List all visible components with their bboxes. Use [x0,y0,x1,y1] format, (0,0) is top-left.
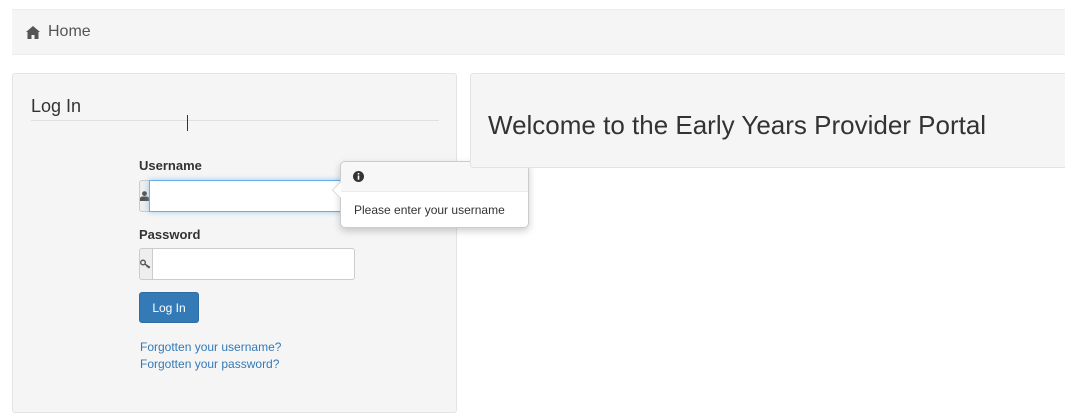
popover-message: Please enter your username [354,203,505,217]
login-panel: Log In Username Password Log In Forgotte… [12,73,457,413]
breadcrumb-home-label: Home [48,23,91,40]
validation-popover: Please enter your username [332,161,529,228]
info-icon [353,171,364,182]
welcome-panel: Welcome to the Early Years Provider Port… [470,73,1065,168]
login-title: Log In [31,96,82,116]
username-input[interactable] [149,180,352,212]
username-label: Username [139,158,202,173]
password-label: Password [139,227,201,242]
forgot-password-link[interactable]: Forgotten your password? [140,357,279,371]
text-caret [187,115,188,131]
password-input-group [139,248,355,280]
forgot-username-link[interactable]: Forgotten your username? [140,340,281,354]
breadcrumb-home-link[interactable]: Home [26,23,91,41]
breadcrumb: Home [12,9,1065,55]
key-icon [140,259,151,269]
username-input-group [139,180,352,212]
user-icon [140,191,149,201]
welcome-title: Welcome to the Early Years Provider Port… [488,110,987,140]
password-input[interactable] [152,248,355,280]
login-divider [31,120,439,121]
username-addon [139,180,149,212]
password-addon [139,248,152,280]
login-button[interactable]: Log In [139,292,199,323]
popover-arrow [332,181,341,199]
home-icon [26,25,40,39]
